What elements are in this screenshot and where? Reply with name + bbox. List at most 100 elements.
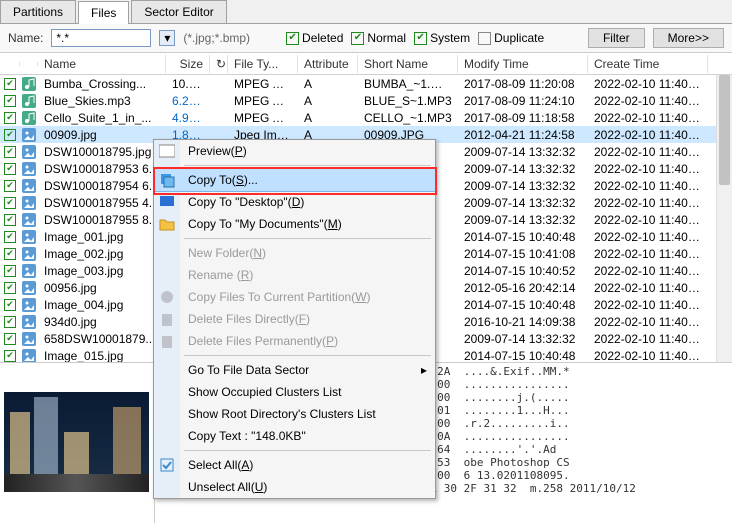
ctx-copy-desktop[interactable]: Copy To "Desktop"(D) [154,191,435,213]
row-checkbox[interactable]: ✔ [0,231,20,243]
cell-create: 2022-02-10 11:40:32 [588,94,708,108]
ctx-copy-to[interactable]: Copy To(S)... [154,169,435,191]
header-name[interactable]: Name [38,55,166,73]
header-size[interactable]: Size [166,55,210,73]
row-checkbox[interactable]: ✔ [0,163,20,175]
copy-icon [159,172,175,188]
table-row[interactable]: ✔Bumba_Crossing...10.6...MPEG Audi...ABU… [0,75,732,92]
more-button[interactable]: More>> [653,28,724,48]
system-label: System [430,31,470,45]
cell-modify: 2014-07-15 10:40:48 [458,230,588,244]
ctx-copy-mydocs[interactable]: Copy To "My Documents"(M) [154,213,435,235]
ctx-show-root-clusters[interactable]: Show Root Directory's Clusters List [154,403,435,425]
cell-modify: 2017-08-09 11:18:58 [458,111,588,125]
tab-partitions[interactable]: Partitions [0,0,76,23]
cell-modify: 2017-08-09 11:24:10 [458,94,588,108]
row-checkbox[interactable]: ✔ [0,214,20,226]
cell-size: 10.6... [166,77,210,91]
ctx-show-occupied[interactable]: Show Occupied Clusters List [154,381,435,403]
audio-icon [22,94,36,108]
ctx-select-all[interactable]: Select All(A) [154,454,435,476]
duplicate-checkbox[interactable]: ✔Duplicate [478,31,544,45]
deleted-checkbox[interactable]: ✔Deleted [286,31,343,45]
row-checkbox[interactable]: ✔ [0,112,20,124]
normal-checkbox[interactable]: ✔Normal [351,31,406,45]
ctx-delete-directly: Delete Files Directly(F) [154,308,435,330]
submenu-arrow-icon: ▸ [421,363,427,377]
filter-bar: Name: ▾ (*.jpg;*.bmp) ✔Deleted ✔Normal ✔… [0,24,732,53]
row-checkbox[interactable]: ✔ [0,129,20,141]
ctx-copy-text[interactable]: Copy Text : "148.0KB" [154,425,435,447]
tab-sector-editor[interactable]: Sector Editor [131,0,226,23]
cell-modify: 2009-07-14 13:32:32 [458,179,588,193]
table-row[interactable]: ✔Blue_Skies.mp36.2MBMPEG Audi...ABLUE_S~… [0,92,732,109]
desktop-icon [159,194,175,210]
partition-icon [159,289,175,305]
tab-files[interactable]: Files [78,1,129,24]
row-checkbox[interactable]: ✔ [0,248,20,260]
row-checkbox[interactable]: ✔ [0,350,20,362]
audio-icon [22,77,36,91]
header-filetype[interactable]: File Ty... [228,55,298,73]
row-checkbox[interactable]: ✔ [0,146,20,158]
row-checkbox[interactable]: ✔ [0,180,20,192]
filter-button[interactable]: Filter [588,28,645,48]
row-checkbox[interactable]: ✔ [0,333,20,345]
header-recover-icon[interactable]: ↻ [210,55,228,73]
cell-attr: A [298,111,358,125]
cell-modify: 2014-07-15 10:40:52 [458,264,588,278]
cell-create: 2022-02-10 11:40:33 [588,230,708,244]
row-checkbox[interactable]: ✔ [0,316,20,328]
image-icon [22,145,36,159]
scrollbar-thumb[interactable] [719,75,730,185]
image-icon [22,264,36,278]
table-row[interactable]: ✔Cello_Suite_1_in_...4.9MBMPEG Audi...AC… [0,109,732,126]
header-create[interactable]: Create Time [588,55,708,73]
cell-create: 2022-02-10 11:40:33 [588,298,708,312]
vertical-scrollbar[interactable] [716,75,732,362]
cell-create: 2022-02-10 11:40:33 [588,162,708,176]
pattern-dropdown-icon[interactable]: ▾ [159,30,175,46]
cell-name: DSW1000187955 8... [38,213,166,227]
system-checkbox[interactable]: ✔System [414,31,470,45]
ctx-preview[interactable]: Preview(P) [154,140,435,162]
header-attribute[interactable]: Attribute [298,55,358,73]
row-checkbox[interactable]: ✔ [0,265,20,277]
cell-create: 2022-02-10 11:40:33 [588,332,708,346]
row-checkbox[interactable]: ✔ [0,95,20,107]
preview-image [4,392,149,492]
row-checkbox[interactable]: ✔ [0,299,20,311]
header-checkbox[interactable] [0,62,20,66]
image-icon [22,281,36,295]
ctx-new-folder: New Folder(N) [154,242,435,264]
cell-name: Blue_Skies.mp3 [38,94,166,108]
pattern-hint: (*.jpg;*.bmp) [183,31,250,45]
cell-modify: 2016-10-21 14:09:38 [458,315,588,329]
cell-create: 2022-02-10 11:40:33 [588,179,708,193]
preview-pane [0,363,155,523]
cell-modify: 2014-07-15 10:40:48 [458,298,588,312]
row-checkbox[interactable]: ✔ [0,197,20,209]
ctx-goto-sector[interactable]: Go To File Data Sector▸ [154,359,435,381]
audio-icon [22,111,36,125]
cell-name: DSW100018795.jpg [38,145,166,159]
image-icon [22,213,36,227]
row-checkbox[interactable]: ✔ [0,282,20,294]
row-checkbox[interactable]: ✔ [0,78,20,90]
cell-modify: 2014-07-15 10:41:08 [458,247,588,261]
cell-name: Image_001.jpg [38,230,166,244]
cell-name: 00909.jpg [38,128,166,142]
ctx-delete-permanently: Delete Files Permanently(P) [154,330,435,352]
header-shortname[interactable]: Short Name [358,55,458,73]
header-modify[interactable]: Modify Time [458,55,588,73]
cell-shortname: BLUE_S~1.MP3 [358,94,458,108]
context-menu: Preview(P) Copy To(S)... Copy To "Deskto… [153,139,436,499]
tab-bar: Partitions Files Sector Editor [0,0,732,24]
cell-name: DSW1000187954 6... [38,179,166,193]
cell-name: DSW1000187953 6... [38,162,166,176]
image-icon [22,349,36,363]
name-pattern-input[interactable] [51,29,151,47]
cell-size: 4.9MB [166,111,210,125]
selectall-icon [159,457,175,473]
ctx-unselect-all[interactable]: Unselect All(U) [154,476,435,498]
